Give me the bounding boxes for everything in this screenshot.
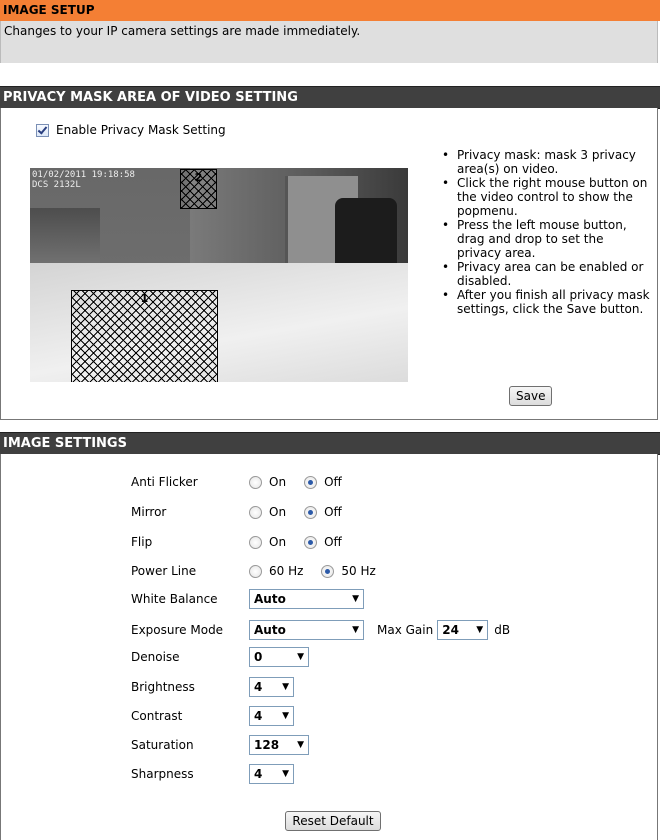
flip-on-radio[interactable] (249, 535, 262, 549)
chevron-down-icon: ▼ (352, 594, 359, 604)
brightness-row: Brightness 4 ▼ (131, 677, 294, 697)
instruction-item: Privacy area can be enabled or disabled. (438, 260, 650, 288)
denoise-select[interactable]: 0 ▼ (249, 647, 309, 667)
flip-label: Flip (131, 535, 153, 549)
chevron-down-icon: ▼ (476, 625, 484, 635)
instruction-item: Privacy mask: mask 3 privacy area(s) on … (438, 148, 650, 176)
anti-flicker-off-label[interactable]: Off (324, 475, 342, 489)
saturation-select[interactable]: 128 ▼ (249, 735, 309, 755)
exposure-mode-value: Auto (254, 623, 286, 637)
video-timestamp-overlay: 01/02/2011 19:18:58 DCS 2132L (32, 170, 135, 190)
image-setup-description: Changes to your IP camera settings are m… (0, 21, 658, 63)
exposure-mode-label: Exposure Mode (131, 623, 224, 637)
privacy-mask-instructions: Privacy mask: mask 3 privacy area(s) on … (438, 148, 650, 316)
mirror-label: Mirror (131, 505, 167, 519)
chevron-down-icon: ▼ (352, 625, 359, 635)
brightness-label: Brightness (131, 680, 195, 694)
chevron-down-icon: ▼ (297, 652, 304, 662)
anti-flicker-on-label[interactable]: On (269, 475, 286, 489)
exposure-mode-select[interactable]: Auto ▼ (249, 620, 364, 640)
chevron-down-icon: ▼ (282, 682, 289, 692)
max-gain-select[interactable]: 24 ▼ (437, 620, 489, 640)
image-setup-header: IMAGE SETUP (0, 0, 660, 21)
flip-off-radio[interactable] (304, 535, 318, 549)
anti-flicker-label: Anti Flicker (131, 475, 198, 489)
mirror-on-label[interactable]: On (269, 505, 286, 519)
white-balance-select[interactable]: Auto ▼ (249, 589, 364, 609)
sharpness-label: Sharpness (131, 767, 194, 781)
saturation-label: Saturation (131, 738, 194, 752)
white-balance-label: White Balance (131, 592, 218, 606)
denoise-label: Denoise (131, 650, 180, 664)
flip-row: Flip On Off (131, 532, 360, 552)
mirror-off-radio[interactable] (304, 505, 318, 519)
denoise-value: 0 (254, 650, 263, 664)
privacy-mask-1-label: 1 (140, 292, 149, 305)
anti-flicker-on-radio[interactable] (249, 475, 262, 489)
saturation-value: 128 (254, 738, 280, 752)
sharpness-select[interactable]: 4 ▼ (249, 764, 294, 784)
instruction-item: After you finish all privacy mask settin… (438, 288, 650, 316)
max-gain-value: 24 (442, 623, 459, 637)
contrast-value: 4 (254, 709, 263, 723)
power-line-60hz-label[interactable]: 60 Hz (269, 564, 303, 578)
max-gain-unit: dB (494, 623, 511, 637)
denoise-row: Denoise 0 ▼ (131, 647, 309, 667)
white-balance-row: White Balance Auto ▼ (131, 589, 364, 609)
saturation-row: Saturation 128 ▼ (131, 735, 309, 755)
enable-privacy-mask-checkbox[interactable] (36, 123, 49, 137)
contrast-label: Contrast (131, 709, 183, 723)
privacy-mask-header: PRIVACY MASK AREA OF VIDEO SETTING (0, 86, 660, 109)
sharpness-value: 4 (254, 767, 263, 781)
white-balance-value: Auto (254, 592, 286, 606)
privacy-mask-2-label: 2 (194, 171, 203, 184)
chevron-down-icon: ▼ (297, 740, 304, 750)
brightness-select[interactable]: 4 ▼ (249, 677, 294, 697)
chevron-down-icon: ▼ (282, 769, 289, 779)
exposure-mode-row: Exposure Mode Auto ▼ Max Gain 24 ▼ dB (131, 620, 510, 640)
power-line-row: Power Line 60 Hz 50 Hz (131, 561, 394, 581)
privacy-mask-area-2[interactable]: 2 (180, 169, 217, 209)
brightness-value: 4 (254, 680, 263, 694)
power-line-50hz-label[interactable]: 50 Hz (341, 564, 375, 578)
flip-off-label[interactable]: Off (324, 535, 342, 549)
mirror-off-label[interactable]: Off (324, 505, 342, 519)
privacy-mask-area-1[interactable]: 1 (71, 290, 218, 382)
save-button[interactable]: Save (509, 386, 553, 406)
image-settings-header: IMAGE SETTINGS (0, 432, 660, 455)
reset-default-button[interactable]: Reset Default (285, 811, 381, 831)
instruction-item: Click the right mouse button on the vide… (438, 176, 650, 218)
contrast-select[interactable]: 4 ▼ (249, 706, 294, 726)
anti-flicker-row: Anti Flicker On Off (131, 472, 360, 492)
sharpness-row: Sharpness 4 ▼ (131, 764, 294, 784)
mirror-row: Mirror On Off (131, 502, 360, 522)
video-preview[interactable]: 01/02/2011 19:18:58 DCS 2132L 2 1 (30, 168, 408, 382)
max-gain-group: Max Gain 24 ▼ dB (377, 620, 510, 640)
description-text: Changes to your IP camera settings are m… (4, 24, 361, 38)
power-line-50hz-radio[interactable] (321, 564, 335, 578)
anti-flicker-off-radio[interactable] (304, 475, 318, 489)
power-line-label: Power Line (131, 564, 197, 578)
enable-privacy-mask-label[interactable]: Enable Privacy Mask Setting (56, 123, 226, 137)
chevron-down-icon: ▼ (282, 711, 289, 721)
enable-privacy-mask-row[interactable]: Enable Privacy Mask Setting (36, 122, 226, 138)
flip-on-label[interactable]: On (269, 535, 286, 549)
power-line-60hz-radio[interactable] (249, 564, 262, 578)
max-gain-label: Max Gain (377, 623, 434, 637)
instruction-item: Press the left mouse button, drag and dr… (438, 218, 650, 260)
mirror-on-radio[interactable] (249, 505, 262, 519)
contrast-row: Contrast 4 ▼ (131, 706, 294, 726)
